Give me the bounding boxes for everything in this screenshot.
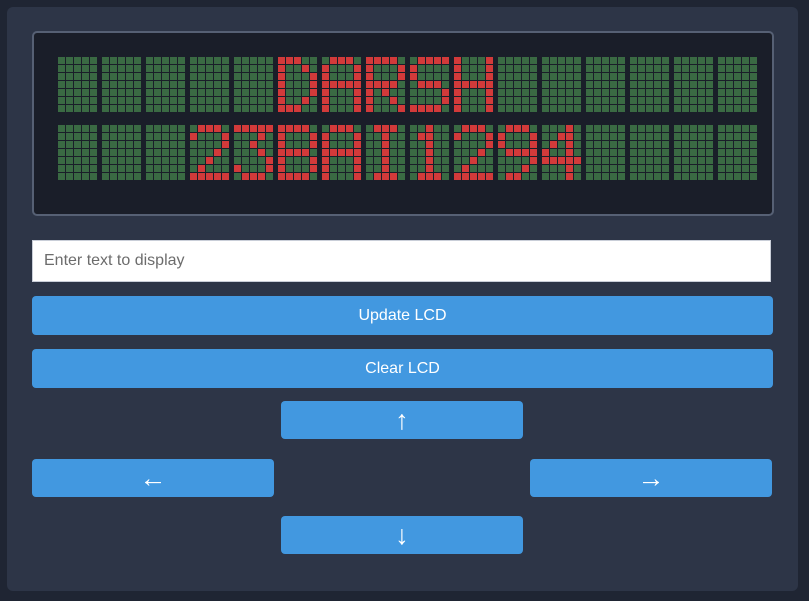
lcd-cell [410, 125, 449, 180]
clear-lcd-button[interactable]: Clear LCD [32, 349, 773, 388]
lcd-cell [366, 125, 405, 180]
lcd-cell [630, 125, 669, 180]
lcd-cell [586, 125, 625, 180]
arrow-up-icon: ↑ [395, 404, 409, 435]
lcd-cell [234, 57, 273, 112]
lcd-cell [542, 57, 581, 112]
lcd-line-2 [58, 125, 762, 180]
lcd-cell [498, 57, 537, 112]
lcd-cell [674, 57, 713, 112]
lcd-cell [586, 57, 625, 112]
lcd-display [32, 31, 774, 216]
lcd-cell [674, 125, 713, 180]
lcd-cell [58, 125, 97, 180]
lcd-cell [146, 57, 185, 112]
lcd-cell [366, 57, 405, 112]
move-right-button[interactable]: → [530, 459, 772, 497]
lcd-cell [102, 57, 141, 112]
lcd-cell [454, 125, 493, 180]
lcd-cell [146, 125, 185, 180]
lcd-cell [454, 57, 493, 112]
lcd-text-input[interactable] [32, 240, 771, 282]
update-lcd-button[interactable]: Update LCD [32, 296, 773, 335]
lcd-cell [630, 57, 669, 112]
arrow-down-icon: ↓ [395, 519, 409, 550]
lcd-cell [190, 57, 229, 112]
lcd-cell [322, 125, 361, 180]
move-down-button[interactable]: ↓ [281, 516, 523, 554]
lcd-cell [58, 57, 97, 112]
lcd-cell [322, 57, 361, 112]
lcd-cell [718, 125, 757, 180]
lcd-cell [102, 125, 141, 180]
move-left-button[interactable]: ← [32, 459, 274, 497]
arrow-right-icon: → [637, 462, 665, 493]
arrow-left-icon: ← [139, 462, 167, 493]
lcd-cell [278, 125, 317, 180]
lcd-line-1 [58, 57, 762, 112]
lcd-cell [718, 57, 757, 112]
lcd-cell [498, 125, 537, 180]
lcd-cell [234, 125, 273, 180]
lcd-cell [542, 125, 581, 180]
move-up-button[interactable]: ↑ [281, 401, 523, 439]
lcd-cell [190, 125, 229, 180]
lcd-cell [278, 57, 317, 112]
lcd-cell [410, 57, 449, 112]
